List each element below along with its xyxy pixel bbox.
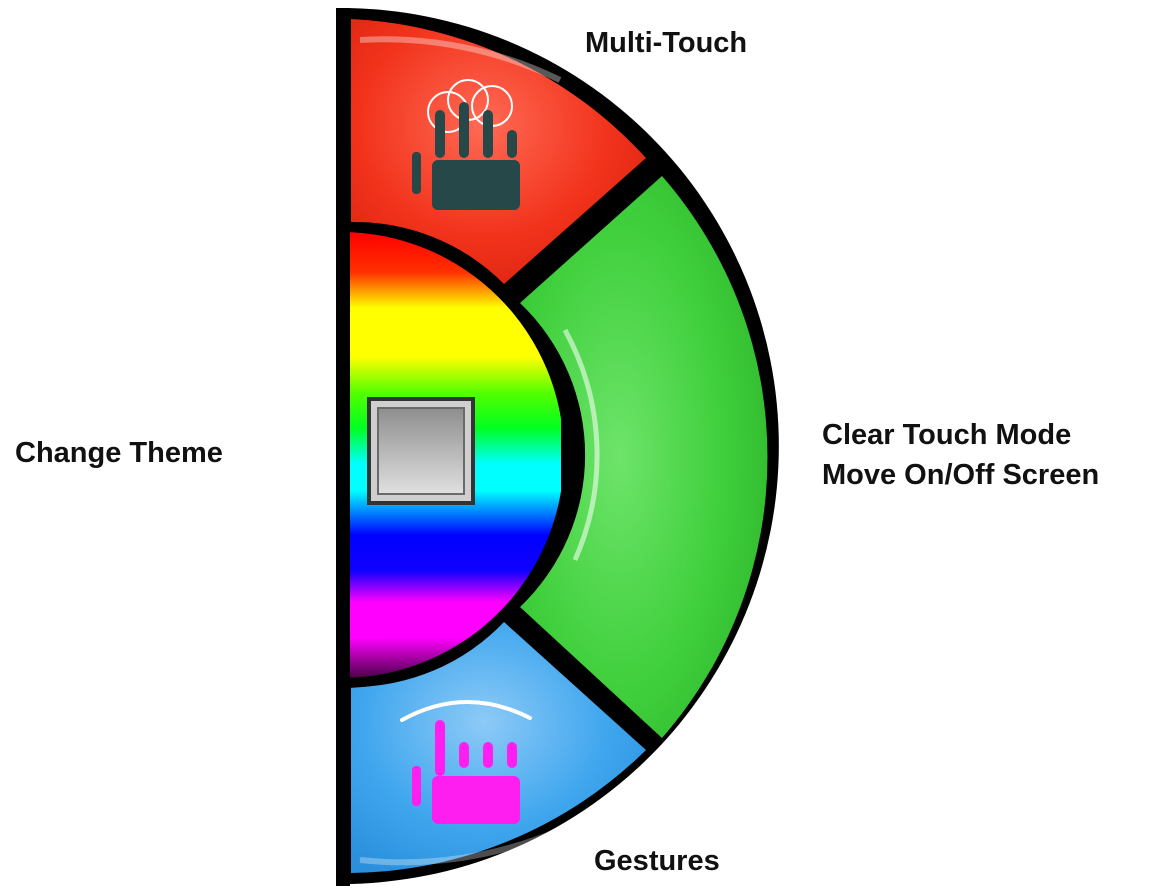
move-on-off-screen-label: Move On/Off Screen bbox=[822, 459, 1100, 491]
multi-touch-label: Multi-Touch bbox=[585, 27, 748, 59]
change-theme-label: Change Theme bbox=[15, 437, 223, 469]
clear-touch-mode-label: Clear Touch Mode bbox=[822, 419, 1072, 451]
menu-left-edge bbox=[336, 8, 350, 886]
square-button-icon[interactable] bbox=[367, 397, 475, 505]
gestures-label: Gestures bbox=[594, 845, 720, 877]
